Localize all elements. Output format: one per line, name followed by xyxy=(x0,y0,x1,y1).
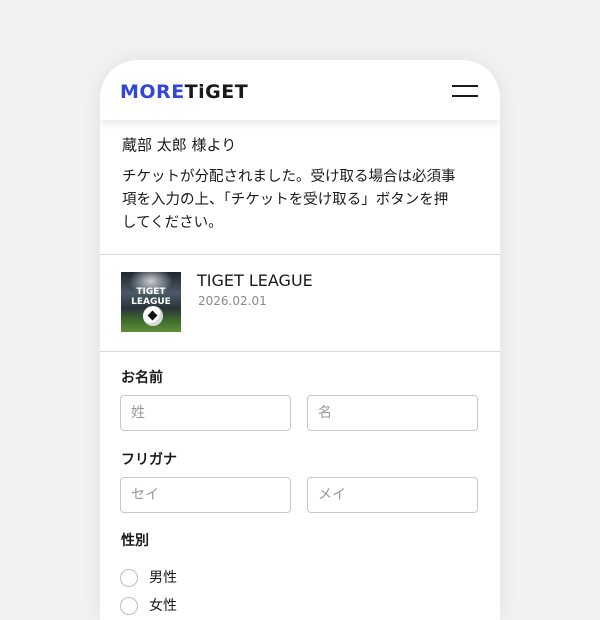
message-line: チケットが分配されました。受け取る場合は必須事 xyxy=(122,169,456,185)
event-title: TIGET LEAGUE xyxy=(197,271,313,290)
radio-label: 女性 xyxy=(149,598,177,614)
gender-label: 性別 xyxy=(121,533,149,549)
kana-label: フリガナ xyxy=(121,452,177,468)
divider xyxy=(100,351,500,352)
first-name-input[interactable] xyxy=(307,395,478,431)
radio-button[interactable] xyxy=(120,597,138,615)
app-header: MORETiGET xyxy=(100,60,500,120)
radio-label: 男性 xyxy=(149,570,177,586)
event-thumbnail: TIGET LEAGUE F xyxy=(121,272,181,332)
moretiget-logo[interactable]: MORETiGET xyxy=(120,81,248,103)
sender-name: 蔵部 太郎 様より xyxy=(122,136,237,154)
phone-frame: MORETiGET 蔵部 太郎 様より チケットが分配されました。受け取る場合は… xyxy=(100,60,500,620)
message-line: してください。 xyxy=(122,215,223,231)
last-name-kana-input[interactable] xyxy=(120,477,291,513)
gender-option-male[interactable]: 男性 xyxy=(120,567,177,589)
message-line: 項を入力の上、「チケットを受け取る」ボタンを押 xyxy=(122,192,449,208)
event-date: 2026.02.01 xyxy=(198,294,267,308)
last-name-input[interactable] xyxy=(120,395,291,431)
name-label: お名前 xyxy=(121,370,163,386)
divider xyxy=(100,254,500,255)
thumbnail-text: TIGET xyxy=(136,287,166,297)
radio-button[interactable] xyxy=(120,569,138,587)
soccer-ball-icon xyxy=(143,306,163,326)
hamburger-menu-icon[interactable] xyxy=(452,83,478,99)
gender-option-female[interactable]: 女性 xyxy=(120,595,177,617)
distribution-message: チケットが分配されました。受け取る場合は必須事 項を入力の上、「チケットを受け取… xyxy=(122,166,482,235)
first-name-kana-input[interactable] xyxy=(307,477,478,513)
